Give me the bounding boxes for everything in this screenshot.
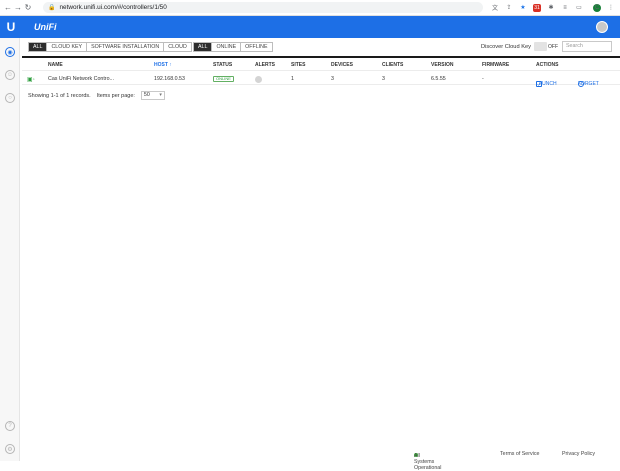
filter-bar: ALL CLOUD KEY SOFTWARE INSTALLATION CLOU…: [22, 38, 620, 56]
lock-icon: 🔒: [48, 5, 56, 11]
row-host: 192.168.0.53: [154, 76, 185, 82]
type-filter-group: ALL CLOUD KEY SOFTWARE INSTALLATION CLOU…: [28, 42, 192, 52]
app-header: UniFi: [22, 16, 620, 38]
privacy-link[interactable]: Privacy Policy: [562, 451, 595, 457]
filter-type-cloud[interactable]: CLOUD: [163, 43, 191, 51]
forget-label: FORGET: [578, 81, 599, 87]
row-clients: 3: [382, 76, 385, 82]
reload-icon[interactable]: ↻: [23, 3, 33, 13]
header-divider: [22, 56, 620, 58]
filter-status-online[interactable]: ONLINE: [211, 43, 240, 51]
settings-circle-icon[interactable]: ○: [5, 93, 15, 103]
col-status[interactable]: STATUS: [213, 62, 232, 68]
col-sites[interactable]: SITES: [291, 62, 305, 68]
extension-badge-icon[interactable]: 31: [533, 3, 541, 12]
row-devices: 3: [331, 76, 334, 82]
controller-device-icon: ▣◦: [27, 77, 35, 83]
bookmark-star-icon[interactable]: ★: [519, 4, 527, 12]
table-row[interactable]: ▣◦ Cas UniFi Network Contro... 192.168.0…: [22, 70, 620, 87]
forward-icon[interactable]: →: [13, 3, 23, 13]
col-alerts[interactable]: ALERTS: [255, 62, 275, 68]
filter-status-offline[interactable]: OFFLINE: [240, 43, 271, 51]
share-icon[interactable]: ⇪: [505, 4, 513, 12]
filter-type-all[interactable]: ALL: [29, 43, 47, 51]
status-filter-group: ALL ONLINE OFFLINE: [193, 42, 273, 52]
search-input[interactable]: Search: [562, 41, 612, 52]
filter-type-software-installation[interactable]: SOFTWARE INSTALLATION: [86, 43, 163, 51]
items-per-page-label: Items per page:: [96, 92, 135, 99]
controllers-icon[interactable]: ◉: [5, 47, 15, 57]
row-sites: 1: [291, 76, 294, 82]
row-version: 6.5.55: [431, 76, 446, 82]
gear-icon[interactable]: ⚙: [5, 444, 15, 454]
launch-label: LAUNCH: [536, 81, 557, 87]
discover-cloud-key-label: Discover Cloud Key: [481, 44, 531, 50]
system-status-label: All Systems Operational: [414, 453, 442, 471]
status-badge: ONLINE: [213, 76, 234, 82]
table-header: NAME HOST ↑ STATUS ALERTS SITES DEVICES …: [22, 60, 620, 69]
col-host[interactable]: HOST ↑: [154, 62, 172, 68]
footer: All Systems Operational Terms of Service…: [22, 449, 620, 471]
address-bar[interactable]: 🔒 network.unifi.ui.com/#/controllers/1/5…: [43, 2, 483, 13]
reading-list-icon[interactable]: ≡: [561, 4, 569, 12]
extensions-area: 文 ⇪ ★ 31 ✱ ≡ ▭ C ⋮: [491, 3, 615, 12]
records-summary: Showing 1-1 of 1 records.: [28, 92, 91, 99]
col-name[interactable]: NAME: [48, 62, 63, 68]
col-clients[interactable]: CLIENTS: [382, 62, 403, 68]
browser-toolbar: ← → ↻ 🔒 network.unifi.ui.com/#/controlle…: [0, 0, 620, 16]
user-avatar[interactable]: [596, 21, 608, 33]
left-rail: [0, 16, 20, 461]
col-version[interactable]: VERSION: [431, 62, 454, 68]
col-firmware[interactable]: FIRMWARE: [482, 62, 509, 68]
toggle-state-label: OFF: [548, 44, 558, 50]
filter-status-all[interactable]: ALL: [194, 43, 212, 51]
row-name[interactable]: Cas UniFi Network Contro...: [48, 76, 114, 82]
filter-type-cloud-key[interactable]: CLOUD KEY: [46, 43, 86, 51]
menu-kebab-icon[interactable]: ⋮: [607, 4, 615, 12]
terms-link[interactable]: Terms of Service: [500, 451, 539, 457]
help-icon[interactable]: ?: [5, 421, 15, 431]
sidepanel-icon[interactable]: ▭: [575, 4, 583, 12]
back-icon[interactable]: ←: [3, 3, 13, 13]
col-actions: ACTIONS: [536, 62, 559, 68]
items-per-page-select[interactable]: 50: [140, 91, 165, 100]
translate-icon[interactable]: 文: [491, 4, 499, 12]
col-devices[interactable]: DEVICES: [331, 62, 353, 68]
puzzle-icon[interactable]: ✱: [547, 4, 555, 12]
unifi-logo[interactable]: UniFi: [34, 22, 57, 32]
discover-cloud-key-toggle[interactable]: [534, 42, 547, 51]
url-text: network.unifi.ui.com/#/controllers/1/50: [59, 4, 167, 11]
alerts-indicator-icon: [255, 76, 262, 83]
ubiquiti-logo-icon[interactable]: U: [0, 16, 22, 38]
row-firmware: -: [482, 76, 484, 82]
profile-avatar[interactable]: C: [593, 3, 601, 12]
users-icon[interactable]: ☺: [5, 70, 15, 80]
pagination: Showing 1-1 of 1 records. Items per page…: [28, 91, 165, 100]
